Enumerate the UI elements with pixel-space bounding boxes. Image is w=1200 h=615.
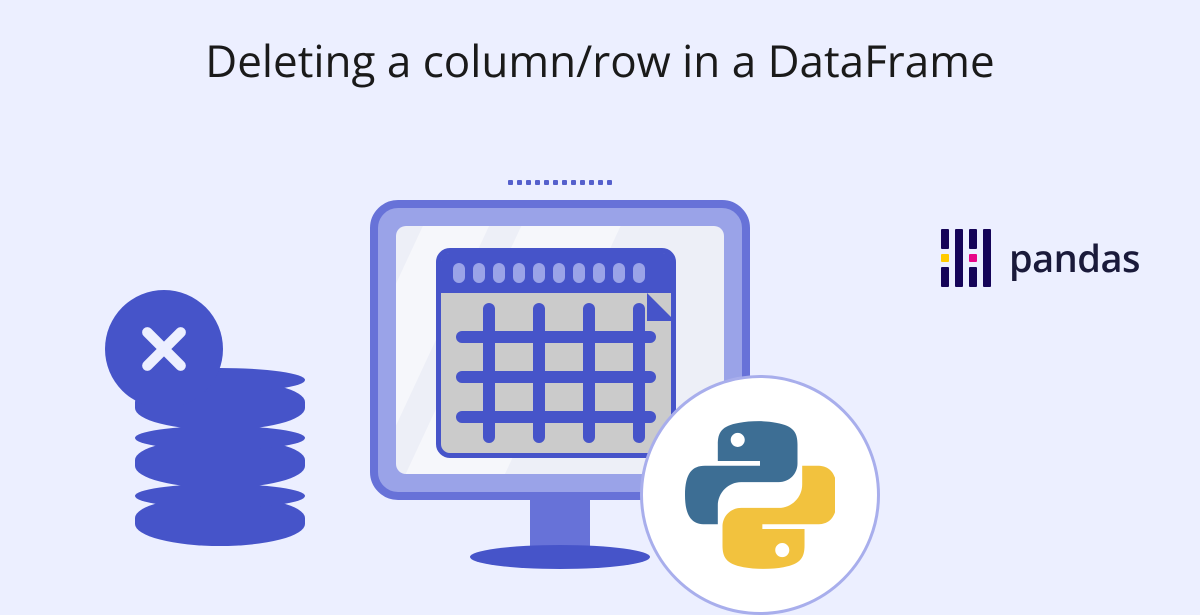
page-title: Deleting a column/row in a DataFrame — [0, 30, 1200, 90]
python-logo-icon — [685, 420, 835, 570]
monitor-vent — [508, 180, 612, 185]
monitor-base — [470, 545, 650, 569]
monitor-neck — [530, 500, 590, 550]
table-window-icon — [436, 248, 676, 458]
close-icon — [105, 290, 223, 408]
pandas-logo: pandas — [941, 225, 1140, 290]
pandas-text: pandas — [1009, 232, 1140, 284]
grid-icon — [441, 293, 671, 453]
python-logo-container — [640, 375, 880, 615]
database-delete-graphic — [135, 380, 305, 540]
illustration-container: pandas — [0, 100, 1200, 600]
pandas-logo-icon — [941, 225, 991, 290]
